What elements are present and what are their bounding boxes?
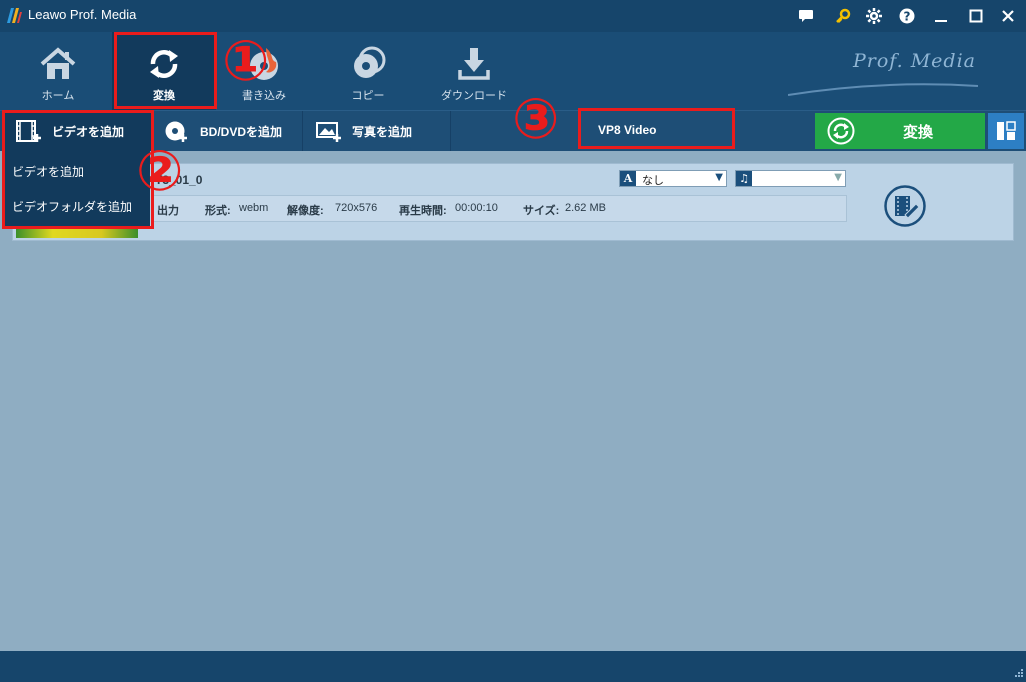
size-label: サイズ:: [523, 205, 560, 217]
home-icon: [40, 47, 76, 79]
status-bar: [0, 651, 1026, 682]
nav-copy[interactable]: コピー: [316, 32, 420, 110]
key-icon[interactable]: [833, 6, 853, 26]
annotation-box-1: [114, 32, 217, 109]
gear-icon[interactable]: [864, 6, 884, 26]
music-note-icon: ♫: [736, 171, 752, 186]
format-label: 形式:: [205, 205, 231, 217]
convert-button[interactable]: 変換: [815, 113, 985, 149]
nav-copy-label: コピー: [351, 90, 385, 102]
audio-select[interactable]: ♫ ▼: [735, 170, 846, 187]
format-value: webm: [239, 202, 269, 214]
maximize-icon[interactable]: [966, 6, 986, 26]
annotation-number-2: ②: [136, 139, 184, 204]
minimize-icon[interactable]: [931, 6, 951, 26]
nav-home-label: ホーム: [41, 90, 75, 102]
close-icon[interactable]: [998, 6, 1018, 26]
convert-label: 変換: [903, 124, 934, 141]
photo-add-icon: [316, 122, 341, 142]
panel-layout-icon: [997, 121, 1016, 140]
subtitle-select[interactable]: A なし ▼: [619, 170, 727, 187]
nav-download-label: ダウンロード: [441, 90, 507, 102]
layout-toggle-button[interactable]: [988, 113, 1024, 149]
annotation-number-1: ①: [222, 29, 270, 94]
download-icon: [458, 48, 490, 80]
add-bd-dvd-label: BD/DVDを追加: [200, 124, 283, 139]
help-icon[interactable]: ?: [897, 6, 917, 26]
convert-circle-icon: [827, 117, 855, 145]
add-bd-dvd-button[interactable]: BD/DVDを追加: [164, 111, 300, 151]
app-title: Leawo Prof. Media: [28, 7, 137, 22]
annotation-number-3: ③: [512, 87, 560, 152]
subtitle-icon: A: [620, 171, 636, 186]
svg-text:?: ?: [904, 10, 911, 24]
copy-icon: [354, 46, 386, 78]
duration-value: 00:00:10: [455, 202, 498, 214]
edit-video-icon[interactable]: [884, 185, 926, 227]
resolution-value: 720x576: [335, 202, 378, 214]
annotation-box-3: [578, 108, 735, 149]
output-label: 出力: [157, 205, 179, 217]
chevron-down-icon: ▼: [834, 172, 842, 183]
annotation-box-2: [2, 110, 154, 229]
title-bar: Leawo Prof. Media ?: [0, 0, 1026, 32]
duration-label: 再生時間:: [399, 205, 447, 217]
chat-icon[interactable]: [796, 6, 816, 26]
size-value: 2.62 MB: [565, 202, 606, 214]
add-photo-button[interactable]: 写真を追加: [316, 111, 450, 151]
nav-download[interactable]: ダウンロード: [422, 32, 526, 110]
nav-home[interactable]: ホーム: [6, 32, 110, 110]
subtitle-value: なし: [642, 174, 664, 187]
add-photo-label: 写真を追加: [352, 124, 413, 139]
resize-grip-icon[interactable]: [1013, 669, 1023, 679]
app-logo-icon: [7, 8, 22, 23]
file-info-bar: 出力 形式: webm 解像度: 720x576 再生時間: 00:00:10 …: [152, 195, 847, 222]
resolution-label: 解像度:: [287, 205, 324, 217]
brand-swoosh: [788, 83, 978, 96]
brand-logo: Prof. Media: [852, 50, 976, 72]
chevron-down-icon: ▼: [715, 172, 723, 183]
